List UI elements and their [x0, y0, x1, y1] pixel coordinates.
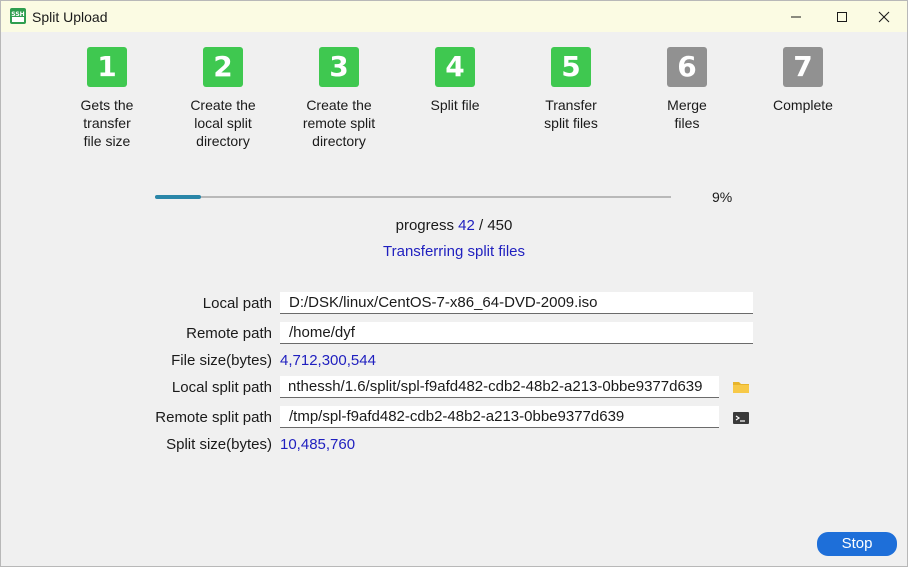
step-number-badge: 5 [551, 47, 591, 87]
step-5: 5 Transfer split files [521, 47, 621, 132]
maximize-icon [837, 11, 847, 22]
step-7: 7 Complete [753, 47, 853, 114]
remote-path-field[interactable]: /home/dyf [280, 322, 753, 344]
step-number-badge: 7 [783, 47, 823, 87]
split-size-label: Split size(bytes) [166, 436, 272, 453]
app-ssh-icon: SSH [10, 8, 26, 24]
local-path-field[interactable]: D:/DSK/linux/CentOS-7-x86_64-DVD-2009.is… [280, 292, 753, 314]
step-2: 2 Create the local split directory [173, 47, 273, 150]
svg-text:SSH: SSH [11, 11, 24, 18]
close-icon [878, 11, 890, 22]
split-size-value: 10,485,760 [280, 436, 356, 453]
stop-button[interactable]: Stop [817, 532, 897, 556]
step-label: Create the local split directory [190, 97, 256, 149]
terminal-icon[interactable] [732, 410, 750, 426]
maximize-button[interactable] [819, 1, 865, 32]
remote-split-path-label: Remote split path [155, 409, 272, 426]
step-label: Merge files [667, 97, 707, 131]
step-label: Transfer split files [544, 97, 598, 131]
title-bar[interactable]: SSH Split Upload [1, 1, 907, 32]
folder-icon[interactable] [732, 379, 750, 395]
file-size-label: File size(bytes) [171, 352, 272, 369]
progress-total: 450 [487, 217, 513, 234]
local-split-path-field[interactable]: nthessh/1.6/split/spl-f9afd482-cdb2-48b2… [280, 376, 719, 398]
step-label: Split file [430, 97, 480, 113]
step-number-badge: 1 [87, 47, 127, 87]
split-upload-window: SSH Split Upload 1 Gets the transfer fil… [0, 0, 908, 567]
remote-split-path-field[interactable]: /tmp/spl-f9afd482-cdb2-48b2-a213-0bbe937… [280, 406, 719, 428]
progress-label: progress [395, 217, 454, 234]
minimize-button[interactable] [773, 1, 819, 32]
progress-current: 42 [458, 217, 475, 234]
step-label: Create the remote split directory [302, 97, 376, 149]
minimize-icon [791, 16, 801, 17]
progress-bar-fill [155, 195, 202, 199]
progress-counter: progress 42 / 450 [1, 217, 907, 234]
remote-path-label: Remote path [186, 325, 272, 342]
step-number-badge: 2 [203, 47, 243, 87]
step-number-badge: 4 [435, 47, 475, 87]
local-path-label: Local path [202, 295, 272, 312]
close-button[interactable] [861, 1, 907, 32]
step-1: 1 Gets the transfer file size [57, 47, 157, 150]
step-4: 4 Split file [405, 47, 505, 114]
step-number-badge: 6 [667, 47, 707, 87]
status-message: Transferring split files [383, 243, 525, 260]
step-6: 6 Merge files [637, 47, 737, 132]
step-3: 3 Create the remote split directory [289, 47, 389, 150]
step-label: Complete [773, 97, 833, 113]
step-label: Gets the transfer file size [80, 97, 134, 149]
progress-bar [155, 195, 671, 199]
progress-percent: 9% [712, 189, 733, 205]
step-number-badge: 3 [319, 47, 359, 87]
local-split-path-label: Local split path [171, 379, 272, 396]
progress-separator: / [479, 217, 484, 234]
file-size-value: 4,712,300,544 [280, 352, 376, 369]
window-title: Split Upload [32, 9, 108, 25]
